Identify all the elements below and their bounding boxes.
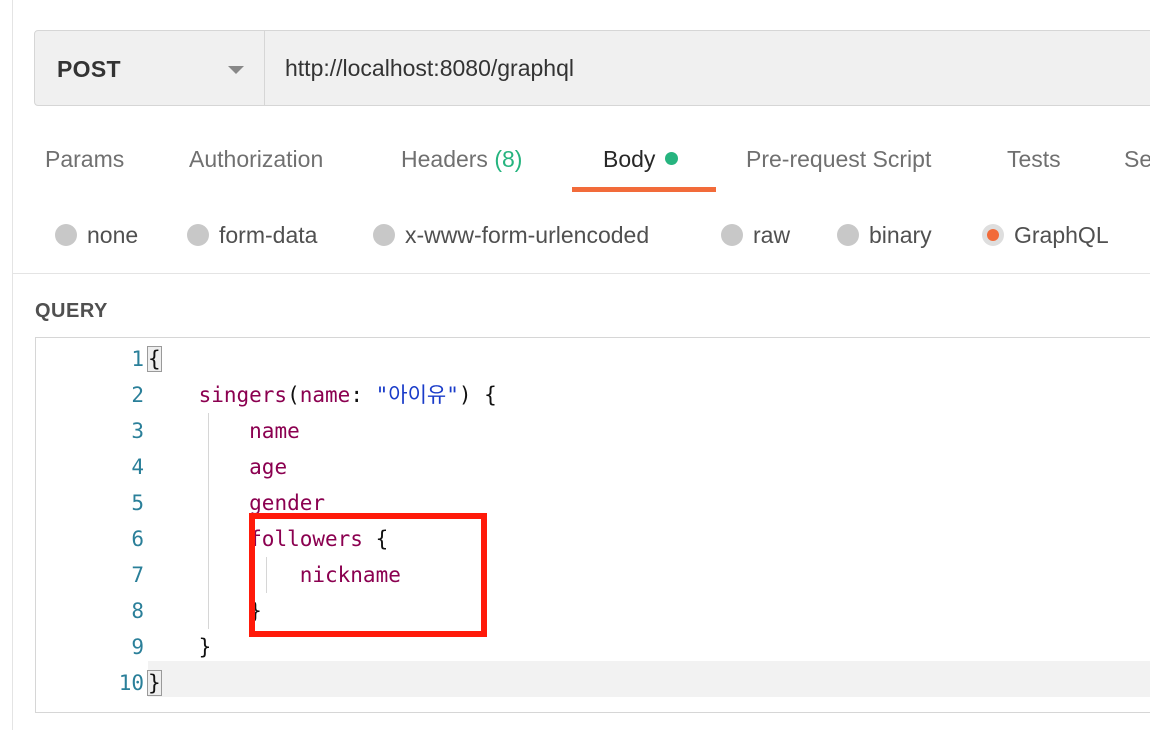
tab-headers[interactable]: Headers (8) bbox=[401, 146, 522, 173]
radio-raw[interactable]: raw bbox=[721, 222, 790, 249]
tab-settings[interactable]: Se bbox=[1124, 146, 1150, 173]
request-tabs: Params Authorization Headers (8) Body Pr… bbox=[0, 134, 1150, 194]
radio-circle-icon[interactable] bbox=[55, 224, 77, 246]
code-line-1: { bbox=[147, 341, 162, 377]
radio-label: raw bbox=[753, 222, 791, 248]
tab-params[interactable]: Params bbox=[45, 146, 124, 173]
status-dot-icon bbox=[665, 152, 679, 165]
field-name: gender bbox=[249, 491, 326, 515]
tab-authorization[interactable]: Authorization bbox=[189, 146, 323, 173]
code-line-8: } bbox=[148, 593, 262, 629]
line-number: 8 bbox=[131, 599, 144, 623]
code-line-4: age bbox=[148, 449, 287, 485]
radio-x-www-form-urlencoded[interactable]: x-www-form-urlencoded bbox=[373, 222, 649, 249]
line-number: 2 bbox=[131, 383, 144, 407]
chevron-down-icon[interactable] bbox=[228, 66, 244, 74]
radio-none[interactable]: none bbox=[55, 222, 138, 249]
line-number-gutter: 1 2 3 4 5 6 7 8 9 10 bbox=[36, 338, 146, 712]
code-line-3: name bbox=[148, 413, 300, 449]
url-input[interactable] bbox=[285, 31, 1145, 105]
radio-label: x-www-form-urlencoded bbox=[405, 222, 650, 248]
radio-circle-icon[interactable] bbox=[837, 224, 859, 246]
radio-circle-icon[interactable] bbox=[721, 224, 743, 246]
tab-tests[interactable]: Tests bbox=[1007, 146, 1061, 173]
line-number: 5 bbox=[131, 491, 144, 515]
code-line-2: singers(name: "아이유") { bbox=[148, 377, 497, 413]
method-select[interactable]: POST bbox=[35, 31, 265, 105]
line-number: 3 bbox=[131, 419, 144, 443]
argument-name: name bbox=[299, 383, 351, 407]
line-number: 4 bbox=[131, 455, 144, 479]
tab-label: Se bbox=[1124, 146, 1150, 172]
radio-form-data[interactable]: form-data bbox=[187, 222, 317, 249]
annotation-highlight-box bbox=[249, 513, 487, 637]
method-label: POST bbox=[57, 56, 121, 82]
headers-count-badge: (8) bbox=[494, 146, 523, 172]
paren-open: ( bbox=[287, 383, 300, 407]
line-number: 1 bbox=[131, 347, 144, 371]
radio-label: form-data bbox=[219, 222, 318, 248]
matched-brace: { bbox=[147, 346, 162, 372]
line-number: 7 bbox=[131, 563, 144, 587]
radio-binary[interactable]: binary bbox=[837, 222, 932, 249]
tab-label: Authorization bbox=[189, 146, 324, 172]
radio-selected-icon[interactable] bbox=[982, 224, 1004, 246]
query-section-label: QUERY bbox=[35, 300, 108, 322]
tab-label: Pre-request Script bbox=[746, 146, 932, 172]
tab-label: Params bbox=[45, 146, 125, 172]
active-tab-underline bbox=[572, 187, 716, 192]
matched-brace: } bbox=[147, 670, 162, 696]
line-number: 10 bbox=[118, 671, 144, 695]
field-name: age bbox=[249, 455, 288, 479]
body-type-selector: none form-data x-www-form-urlencoded raw… bbox=[0, 210, 1150, 260]
tab-pre-request-script[interactable]: Pre-request Script bbox=[746, 146, 931, 173]
radio-circle-icon[interactable] bbox=[373, 224, 395, 246]
left-border bbox=[12, 0, 13, 730]
section-divider bbox=[12, 273, 1150, 274]
radio-graphql[interactable]: GraphQL bbox=[982, 222, 1109, 249]
radio-label: none bbox=[87, 222, 139, 248]
tab-label: Headers bbox=[401, 146, 488, 172]
active-line-highlight bbox=[148, 661, 1150, 697]
line-number: 6 bbox=[131, 527, 144, 551]
radio-circle-icon[interactable] bbox=[187, 224, 209, 246]
tab-label: Tests bbox=[1007, 146, 1061, 172]
radio-label: GraphQL bbox=[1014, 222, 1109, 248]
request-bar: POST bbox=[34, 30, 1150, 106]
radio-label: binary bbox=[869, 222, 932, 248]
string-literal: "아이유" bbox=[375, 383, 459, 407]
line-number: 9 bbox=[131, 635, 144, 659]
paren-close: ) { bbox=[458, 383, 497, 407]
code-line-9: } bbox=[148, 629, 212, 665]
tab-body[interactable]: Body bbox=[603, 146, 679, 173]
query-field: singers bbox=[198, 383, 288, 407]
brace-close: } bbox=[198, 635, 212, 659]
colon: : bbox=[350, 383, 376, 407]
field-name: name bbox=[249, 419, 300, 443]
tab-label: Body bbox=[603, 146, 656, 172]
code-line-10: } bbox=[147, 665, 162, 701]
query-editor[interactable]: 1 2 3 4 5 6 7 8 9 10 { singers(name: "아이… bbox=[35, 337, 1150, 713]
